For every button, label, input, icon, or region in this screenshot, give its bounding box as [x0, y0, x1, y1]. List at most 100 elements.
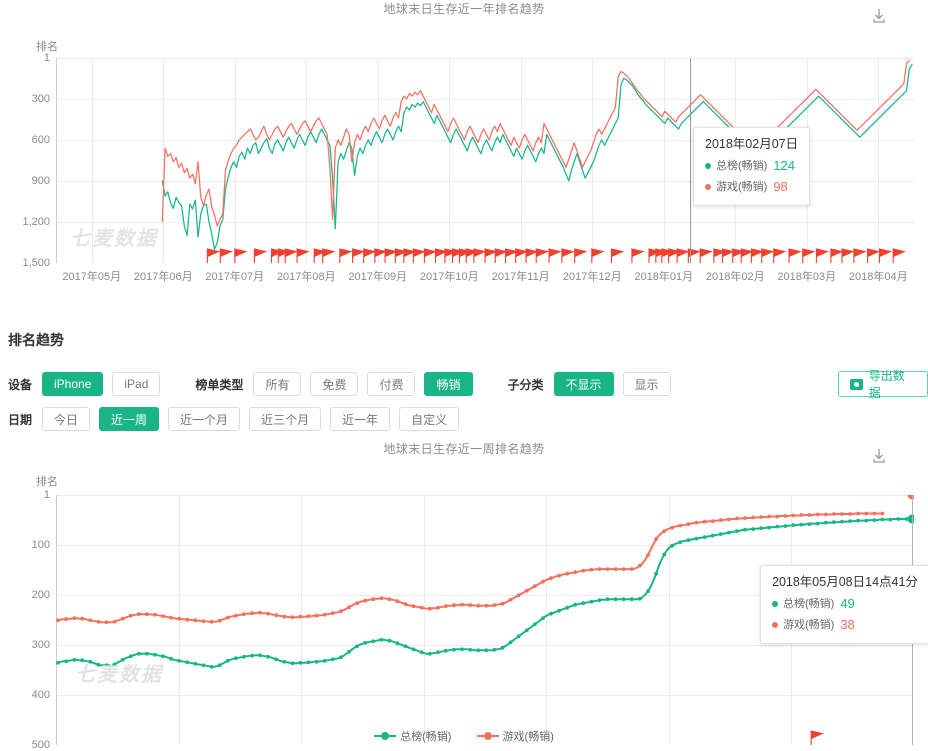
legend-dot-total [772, 601, 778, 608]
version-update-flag-icon[interactable] [815, 248, 830, 263]
yearly-y-tick: 1,500 [22, 256, 50, 269]
yearly-y-tick: 300 [31, 92, 50, 105]
tooltip-series-value: 124 [773, 158, 796, 174]
tooltip-series-name: 总榜(畅销) [716, 160, 768, 173]
filter-sub-category-show[interactable]: 显示 [622, 372, 671, 396]
filter-list-type-grossing[interactable]: 畅销 [424, 372, 473, 396]
version-update-flag-icon[interactable] [721, 248, 736, 263]
filter-date-year[interactable]: 近一年 [330, 407, 391, 431]
version-update-flag-icon[interactable] [494, 248, 508, 263]
version-update-flag-icon[interactable] [750, 248, 765, 263]
version-update-flag-icon[interactable] [878, 248, 893, 263]
legend-label-game: 游戏(畅销) [502, 731, 554, 743]
version-update-flag-icon[interactable] [610, 248, 625, 263]
legend-label-total: 总榜(畅销) [400, 731, 452, 743]
filter-list-type-paid[interactable]: 付费 [367, 372, 416, 396]
tooltip-row-game: 游戏(畅销) 38 [772, 615, 918, 635]
tooltip-date: 2018年05月08日14点41分 [772, 575, 918, 589]
legend-item-game[interactable]: 游戏(畅销) [476, 728, 554, 744]
tooltip-crosshair-line [690, 58, 691, 263]
tooltip-series-value: 38 [840, 616, 855, 632]
filter-label-device: 设备 [8, 377, 33, 392]
version-update-flag-icon[interactable] [339, 248, 353, 263]
version-update-flag-icon[interactable] [322, 248, 336, 263]
filter-device-iphone[interactable]: iPhone [42, 372, 104, 396]
download-icon[interactable] [870, 7, 888, 25]
tooltip-series-value: 49 [840, 596, 855, 612]
version-update-flag-icon[interactable] [206, 248, 221, 263]
weekly-y-tick: 300 [31, 638, 50, 651]
version-update-flag-icon[interactable] [740, 248, 754, 263]
version-update-flag-icon[interactable] [802, 248, 816, 263]
weekly-y-tick: 400 [31, 688, 50, 701]
version-update-flag-icon[interactable] [284, 248, 298, 263]
legend-marker-game [476, 732, 499, 740]
tooltip-series-name: 游戏(畅销) [783, 618, 835, 631]
tooltip-row-total: 总榜(畅销) 124 [705, 156, 798, 176]
version-update-flag-icon[interactable] [504, 248, 519, 263]
version-update-flag-icon[interactable] [676, 248, 690, 263]
version-update-flag-icon[interactable] [867, 248, 881, 263]
version-update-flag-icon[interactable] [574, 248, 588, 263]
version-update-flag-icon[interactable] [591, 248, 605, 263]
filter-label-list-type: 榜单类型 [195, 377, 244, 392]
version-update-flag-icon[interactable] [841, 248, 855, 263]
version-update-flag-icon[interactable] [374, 248, 388, 263]
download-icon[interactable] [870, 447, 888, 465]
version-update-flag-icon[interactable] [535, 248, 549, 263]
version-update-flag-icon[interactable] [423, 248, 438, 263]
version-update-flag-icon[interactable] [473, 248, 487, 263]
filter-row-primary: 设备 iPhone iPad 榜单类型 所有 免费 付费 畅销 子分类 不显示 … [8, 372, 680, 396]
yearly-y-tick: 1 [43, 51, 50, 64]
version-update-flag-icon[interactable] [853, 248, 867, 263]
version-update-flag-icon[interactable] [484, 248, 498, 263]
filter-list-type-free[interactable]: 免费 [310, 372, 359, 396]
weekly-y-tick: 100 [31, 538, 50, 551]
version-update-flag-icon[interactable] [363, 248, 377, 263]
filter-row-date: 日期 今日 近一周 近一个月 近三个月 近一年 自定义 [8, 407, 468, 431]
rank-trend-page: 地球末日生存近一年排名趋势 排名 七麦数据 2018年02月07日 总榜(畅销)… [0, 0, 928, 751]
weekly-rank-chart-panel: 地球末日生存近一周排名趋势 排名 七麦数据 2018年05月08日14点41分 … [0, 440, 928, 751]
version-update-flag-icon[interactable] [699, 248, 713, 263]
weekly-series-endpoint [907, 514, 914, 524]
version-update-flag-icon[interactable] [830, 248, 844, 263]
tooltip-row-total: 总榜(畅销) 49 [772, 594, 918, 614]
version-update-flag-icon[interactable] [892, 248, 906, 263]
legend-marker-total [374, 732, 397, 740]
filter-label-date: 日期 [8, 412, 33, 427]
legend-dot-game [705, 183, 711, 190]
version-update-flag-icon[interactable] [761, 248, 775, 263]
yearly-rank-chart-panel: 地球末日生存近一年排名趋势 排名 七麦数据 2018年02月07日 总榜(畅销)… [0, 0, 928, 290]
filter-date-month[interactable]: 近一个月 [168, 407, 241, 431]
version-update-flag-icon[interactable] [631, 248, 645, 263]
version-update-flag-icon[interactable] [234, 248, 248, 263]
filter-date-custom[interactable]: 自定义 [399, 407, 460, 431]
export-icon [850, 378, 863, 390]
version-update-flag-icon[interactable] [525, 248, 539, 263]
version-update-flag-icon[interactable] [384, 248, 398, 263]
export-data-button[interactable]: 导出数据 [838, 369, 928, 400]
yearly-tooltip: 2018年02月07日 总榜(畅销) 124 游戏(畅销) 98 [693, 127, 811, 206]
filter-date-three-months[interactable]: 近三个月 [249, 407, 322, 431]
version-update-flag-icon[interactable] [561, 248, 575, 263]
filter-device-ipad[interactable]: iPad [112, 372, 161, 396]
version-update-flag-icon[interactable] [788, 248, 802, 263]
version-update-flag-icon[interactable] [412, 248, 427, 263]
filter-list-type-all[interactable]: 所有 [253, 372, 302, 396]
weekly-y-tick: 200 [31, 588, 50, 601]
version-update-flag-icon[interactable] [548, 248, 562, 263]
legend-item-total[interactable]: 总榜(畅销) [374, 728, 451, 744]
filter-date-today[interactable]: 今日 [42, 407, 91, 431]
version-update-flag-icon[interactable] [352, 248, 366, 263]
version-update-flag-icon[interactable] [773, 248, 787, 263]
section-title-rank-trend: 排名趋势 [8, 332, 64, 348]
weekly-chart-title: 地球末日生存近一周排名趋势 [383, 442, 545, 456]
filter-date-week[interactable]: 近一周 [99, 407, 160, 431]
filter-sub-category-hide[interactable]: 不显示 [553, 372, 614, 396]
version-update-flag-icon[interactable] [219, 248, 234, 263]
weekly-y-tick: 500 [31, 738, 50, 751]
weekly-y-tick: 1 [43, 488, 50, 501]
version-update-flag-icon[interactable] [253, 248, 268, 263]
yearly-y-tick: 1,200 [22, 215, 50, 228]
weekly-tooltip: 2018年05月08日14点41分 总榜(畅销) 49 游戏(畅销) 38 [760, 565, 928, 644]
